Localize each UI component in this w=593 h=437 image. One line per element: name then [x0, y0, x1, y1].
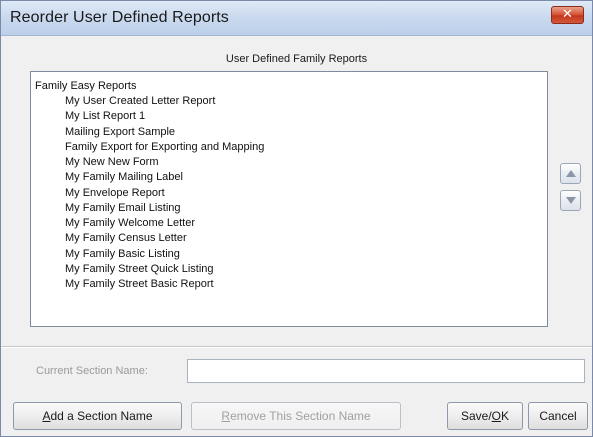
list-item[interactable]: Mailing Export Sample: [65, 126, 175, 139]
section-divider: [1, 346, 592, 348]
add-section-label: dd a Section Name: [50, 409, 153, 423]
save-ok-suffix: K: [501, 409, 510, 423]
remove-section-label: emove This Section Name: [230, 409, 371, 423]
reports-list-header: User Defined Family Reports: [225, 53, 368, 65]
reports-list[interactable]: Family Easy Reports My User Created Lett…: [30, 71, 548, 327]
reorder-reports-dialog: Reorder User Defined Reports ✕ User Defi…: [0, 0, 593, 437]
close-button[interactable]: ✕: [551, 6, 584, 24]
save-ok-button[interactable]: Save/OK: [447, 402, 523, 430]
list-item[interactable]: My Family Census Letter: [65, 232, 187, 245]
list-item[interactable]: My List Report 1: [65, 110, 145, 123]
list-item[interactable]: My Family Basic Listing: [65, 248, 180, 261]
dialog-title: Reorder User Defined Reports: [10, 9, 229, 26]
save-ok-prefix: Save/: [460, 409, 492, 423]
list-item-root[interactable]: Family Easy Reports: [35, 80, 136, 93]
move-up-button[interactable]: [560, 163, 581, 184]
remove-section-mnemonic: R: [221, 409, 231, 423]
current-section-name-input[interactable]: [187, 359, 585, 383]
close-icon: ✕: [562, 7, 573, 22]
list-item[interactable]: My Envelope Report: [65, 187, 165, 200]
list-item[interactable]: My Family Street Basic Report: [65, 278, 214, 291]
list-item[interactable]: My Family Mailing Label: [65, 171, 183, 184]
list-item[interactable]: My New New Form: [65, 156, 159, 169]
cancel-button[interactable]: Cancel: [528, 402, 588, 430]
remove-section-name-button[interactable]: Remove This Section Name: [191, 402, 401, 430]
save-ok-mnemonic: O: [491, 409, 501, 423]
title-bar: Reorder User Defined Reports ✕: [1, 1, 592, 36]
add-section-name-button[interactable]: Add a Section Name: [13, 402, 182, 430]
move-down-button[interactable]: [560, 190, 581, 211]
current-section-name-label: Current Section Name:: [36, 365, 148, 377]
list-item[interactable]: Family Export for Exporting and Mapping: [65, 141, 264, 154]
triangle-down-icon: [566, 197, 576, 204]
list-item[interactable]: My User Created Letter Report: [65, 95, 215, 108]
list-item[interactable]: My Family Welcome Letter: [65, 217, 195, 230]
triangle-up-icon: [566, 170, 576, 177]
list-item[interactable]: My Family Email Listing: [65, 202, 181, 215]
list-item[interactable]: My Family Street Quick Listing: [65, 263, 214, 276]
